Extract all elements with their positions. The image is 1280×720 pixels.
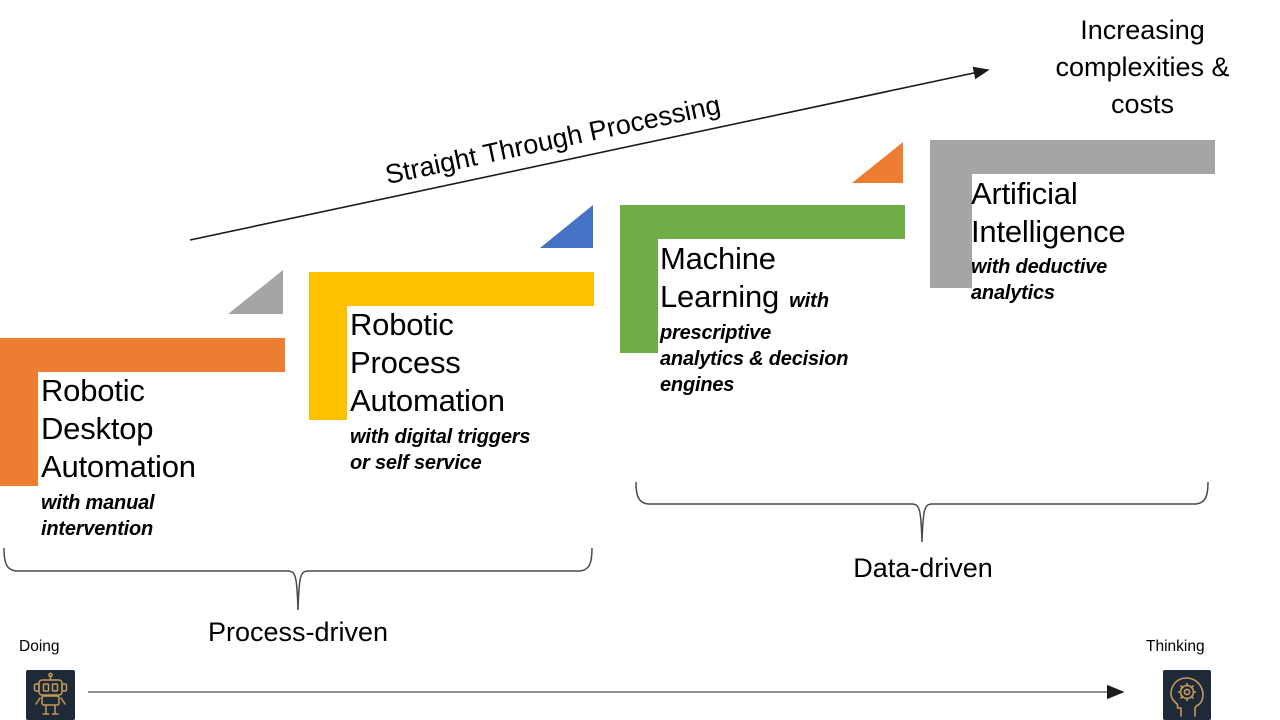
- stage-subtitle-line: with deductive: [971, 256, 1108, 278]
- robot-icon-glyph: [33, 672, 68, 715]
- robot-icon: [26, 670, 75, 720]
- stage-subtitle-inline: with: [789, 290, 830, 312]
- doing-label: Doing: [19, 638, 60, 656]
- stage-title-line: Automation: [41, 449, 196, 484]
- stage-title-line: Process: [350, 345, 461, 380]
- brace-process-driven: [3, 547, 593, 611]
- stage-text-robotic-process-automation: Robotic Process Automation with digital …: [350, 306, 610, 476]
- stage-text-machine-learning: Machine Learning with prescriptive analyt…: [660, 240, 910, 398]
- stage-text-artificial-intelligence: Artificial Intelligence with deductive a…: [971, 175, 1231, 306]
- marker-triangle-blue: [540, 205, 593, 248]
- stage-subtitle-line: prescriptive: [660, 322, 771, 344]
- stage-subtitle-line: intervention: [41, 518, 154, 540]
- increasing-complexities-label: Increasing complexities & costs: [1015, 12, 1270, 123]
- stage-title-line: Automation: [350, 383, 505, 418]
- stage-subtitle-line: with digital triggers: [350, 426, 531, 448]
- stage-text-robotic-desktop-automation: Robotic Desktop Automation with manual i…: [41, 372, 291, 542]
- stage-title-with-inline: Learning with: [660, 278, 910, 316]
- data-driven-text: Data-driven: [853, 553, 993, 583]
- stage-title-line: Desktop: [41, 411, 154, 446]
- stage-subtitle-line: or self service: [350, 452, 482, 474]
- brain-head-gear-icon: [1163, 670, 1211, 720]
- increasing-complexities-line: complexities &: [1055, 52, 1230, 82]
- increasing-complexities-line: costs: [1110, 89, 1175, 119]
- straight-through-processing-label: Straight Through Processing: [383, 90, 724, 191]
- stage-subtitle-line: analytics: [971, 282, 1055, 304]
- process-driven-label: Process-driven: [140, 617, 456, 648]
- process-driven-text: Process-driven: [207, 617, 389, 647]
- stp-label-text: Straight Through Processing: [382, 89, 724, 191]
- thinking-text: Thinking: [1146, 638, 1205, 655]
- marker-triangle-gray: [228, 270, 283, 314]
- thinking-label: Thinking: [1146, 638, 1205, 656]
- stage-subtitle-line: engines: [660, 374, 735, 396]
- stage-title-line: Robotic: [41, 373, 145, 408]
- stage-subtitle-line: analytics & decision: [660, 348, 849, 370]
- stage-title-line: Machine: [660, 241, 776, 276]
- stage-title-line: Learning: [660, 279, 780, 314]
- brain-head-gear-icon-glyph: [1170, 677, 1204, 717]
- doing-text: Doing: [19, 638, 60, 655]
- stage-title-line: Robotic: [350, 307, 454, 342]
- diagram-canvas: Robotic Desktop Automation with manual i…: [0, 0, 1280, 720]
- data-driven-label: Data-driven: [770, 553, 1076, 584]
- brace-data-driven: [635, 481, 1209, 543]
- stage-subtitle-line: with manual: [41, 492, 155, 514]
- marker-triangle-orange: [852, 142, 903, 183]
- stage-title-line: Artificial: [971, 176, 1078, 211]
- increasing-complexities-line: Increasing: [1080, 15, 1205, 45]
- stage-title-line: Intelligence: [971, 214, 1126, 249]
